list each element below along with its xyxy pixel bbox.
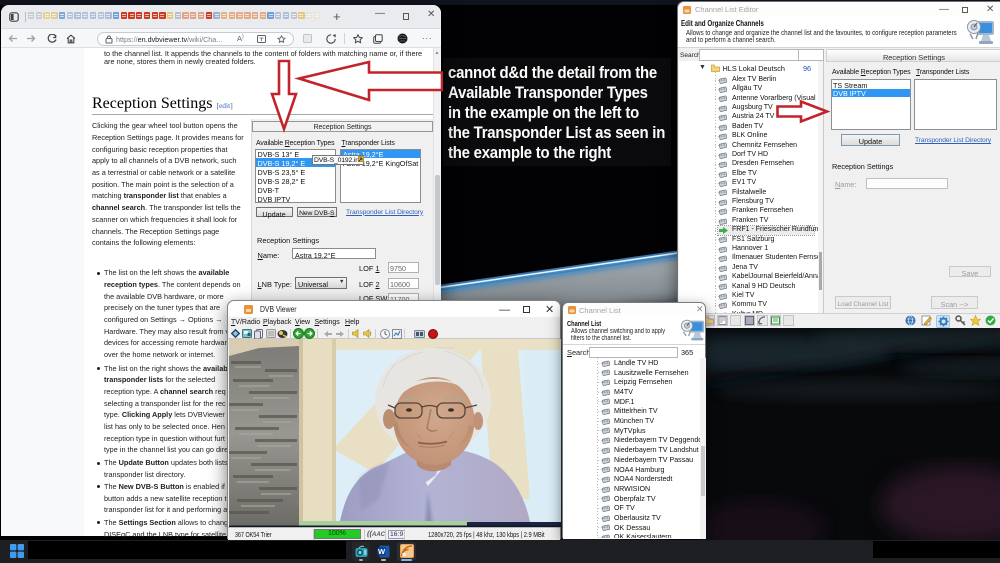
svg-text:W: W — [378, 547, 386, 556]
